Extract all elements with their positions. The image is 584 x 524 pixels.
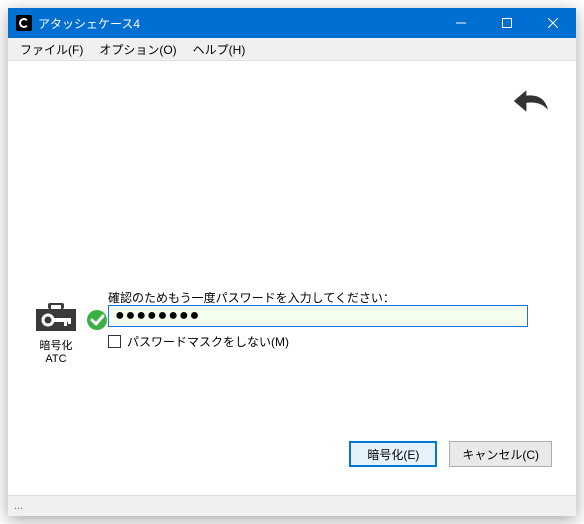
maximize-button[interactable]: [484, 8, 530, 38]
encrypt-mode-label-2: ATC: [45, 353, 66, 365]
encrypt-button[interactable]: 暗号化(E): [349, 441, 437, 467]
client-area: 暗号化 ATC 確認のためもう一度パスワードを入力してください： ●●●●●●●…: [8, 61, 576, 495]
close-button[interactable]: [530, 8, 576, 38]
menu-options[interactable]: オプション(O): [91, 39, 184, 60]
mask-checkbox-label: パスワードマスクをしない(M): [127, 333, 289, 350]
status-bar: ...: [8, 495, 576, 516]
window-frame: アタッシェケース4 ファイル(F) オプション(O) ヘルプ(H): [8, 8, 576, 516]
password-confirm-input[interactable]: ●●●●●●●●: [108, 305, 528, 327]
window-title: アタッシェケース4: [38, 15, 140, 32]
menu-help[interactable]: ヘルプ(H): [185, 39, 254, 60]
password-prompt: 確認のためもう一度パスワードを入力してください：: [108, 289, 395, 306]
menubar: ファイル(F) オプション(O) ヘルプ(H): [8, 38, 576, 61]
cancel-button[interactable]: キャンセル(C): [449, 441, 552, 467]
encrypt-mode-label-1: 暗号化: [40, 340, 73, 352]
mask-checkbox-row[interactable]: パスワードマスクをしない(M): [108, 333, 289, 350]
password-ok-icon: [86, 309, 108, 334]
menu-file[interactable]: ファイル(F): [12, 39, 91, 60]
button-row: 暗号化(E) キャンセル(C): [349, 441, 552, 467]
password-masked-value: ●●●●●●●●: [115, 307, 200, 325]
mask-checkbox[interactable]: [108, 335, 121, 348]
minimize-button[interactable]: [438, 8, 484, 38]
encrypt-mode-icon: 暗号化 ATC: [30, 299, 82, 366]
app-icon: [16, 15, 32, 31]
back-button[interactable]: [508, 83, 552, 122]
status-text: ...: [14, 500, 23, 512]
titlebar[interactable]: アタッシェケース4: [8, 8, 576, 38]
